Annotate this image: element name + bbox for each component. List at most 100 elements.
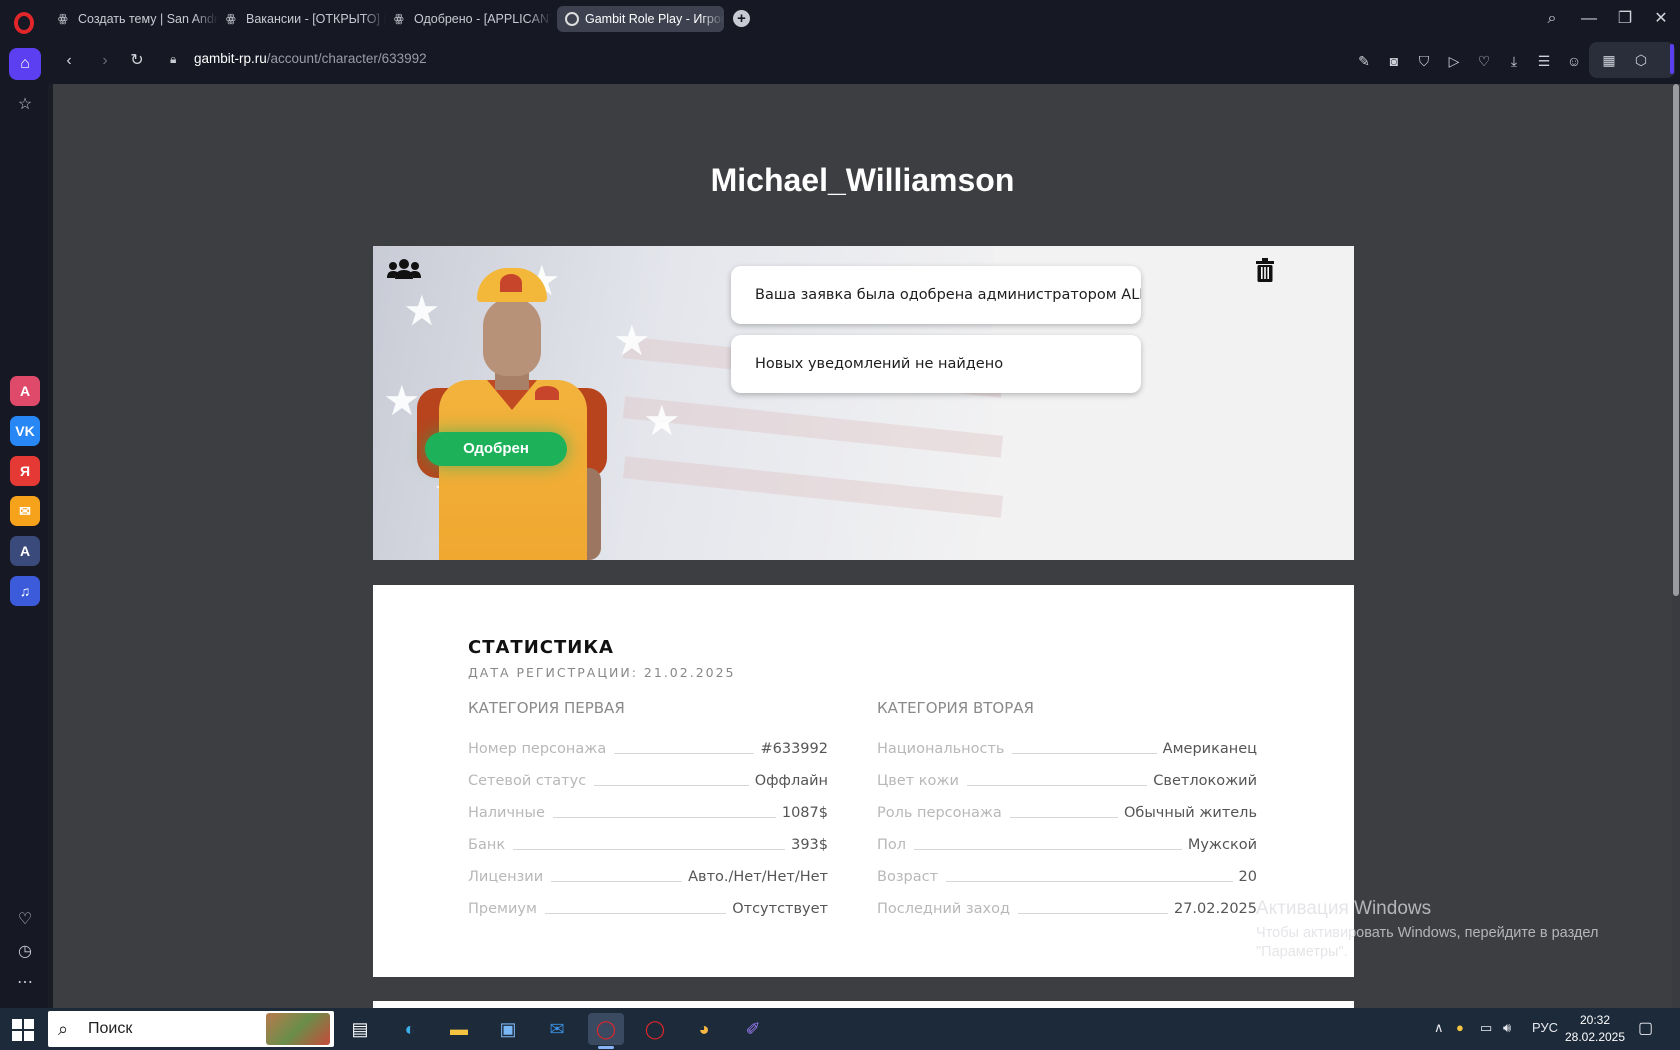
language-indicator[interactable]: РУС [1532, 1020, 1558, 1035]
search-highlight-image [266, 1013, 330, 1045]
stat-value: Оффлайн [754, 773, 828, 789]
easy-setup-icon[interactable]: ☰ [1533, 50, 1555, 72]
stat-row: Национальность Американец [877, 735, 1257, 757]
forward-button[interactable]: › [94, 50, 116, 72]
extensions-group: ▦ ⬡ [1589, 42, 1675, 78]
page-content: Michael_Williamson ★ ★ ★ ★ ★ ★ Одобрен [53, 84, 1672, 1008]
network-icon[interactable]: ▭ [1480, 1020, 1492, 1036]
app-feather-icon[interactable]: ✐ [735, 1013, 771, 1045]
stat-label: Банк [468, 837, 506, 853]
tab-search-icon[interactable]: ⌕ [1541, 8, 1563, 30]
stat-label: Лицензии [468, 869, 544, 885]
stat-label: Премиум [468, 901, 537, 917]
windows-start-icon[interactable] [12, 1019, 34, 1041]
stat-label: Номер персонажа [468, 741, 607, 757]
windows-taskbar: ⌕ Поиск ▤ ◐ ▬ ▣ ✉ ◯ ◯ ◕ ✐ ∧ ● ▭ 🔊︎ РУС 2… [0, 1008, 1680, 1050]
stat-row: Возраст 20 [877, 863, 1257, 885]
gambit-favicon-icon [565, 12, 579, 26]
tray-app-icon[interactable]: ● [1456, 1020, 1464, 1035]
stat-leader-line [614, 753, 755, 754]
tab-0[interactable]: ꙮ Создать тему | San Andre [50, 6, 218, 32]
edge-icon[interactable]: ◐ [392, 1013, 428, 1045]
stat-value: 393$ [791, 837, 828, 853]
group-users-icon[interactable] [387, 258, 421, 280]
play-icon[interactable]: ▷ [1443, 50, 1465, 72]
search-icon: ⌕ [58, 1019, 69, 1039]
sidebar-app-mail-icon[interactable]: ✉ [10, 496, 40, 526]
opera-gx-icon[interactable]: ◯ [637, 1013, 673, 1045]
category-one-heading: КАТЕГОРИЯ ПЕРВАЯ [468, 699, 625, 717]
stat-row: Цвет кожи Светлокожий [877, 767, 1257, 789]
qr-code-icon[interactable]: ▦ [1598, 49, 1620, 71]
statistics-card: СТАТИСТИКА ДАТА РЕГИСТРАЦИИ: 21.02.2025 … [373, 585, 1354, 977]
tray-chevron-icon[interactable]: ∧ [1434, 1020, 1444, 1036]
profile-icon[interactable]: ☺ [1563, 50, 1585, 72]
stat-row: Сетевой статус Оффлайн [468, 767, 828, 789]
speed-dial-star-icon[interactable]: ☆ [10, 90, 40, 120]
stat-leader-line [594, 785, 749, 786]
clock[interactable]: 20:32 28.02.2025 [1560, 1012, 1630, 1046]
tab-2[interactable]: ꙮ Одобрено - [APPLICANT] [386, 6, 552, 32]
stat-value: Мужской [1187, 837, 1257, 853]
favorites-heart-icon[interactable]: ♡ [10, 905, 40, 935]
taskbar-search-box[interactable]: ⌕ Поиск [48, 1011, 334, 1047]
opera-logo-icon[interactable] [14, 12, 34, 34]
new-tab-button[interactable]: + [733, 10, 750, 27]
stat-leader-line [966, 785, 1148, 786]
download-icon[interactable]: ⤓ [1503, 50, 1525, 72]
extensions-cube-icon[interactable]: ⬡ [1630, 49, 1652, 71]
store-icon[interactable]: ▣ [490, 1013, 526, 1045]
more-options-icon[interactable]: ⋯ [10, 968, 40, 998]
sidebar-app-aria-icon[interactable]: A [10, 376, 40, 406]
home-icon[interactable]: ⌂ [9, 48, 41, 80]
character-name-title: Michael_Williamson [710, 162, 1015, 198]
chrome-icon[interactable]: ◕ [686, 1013, 722, 1045]
notification-item: Новых уведомлений не найдено [731, 335, 1141, 393]
sidebar-app-music-icon[interactable]: ♫ [10, 576, 40, 606]
opera-taskbar-icon[interactable]: ◯ [588, 1013, 624, 1049]
stat-leader-line [946, 881, 1233, 882]
tab-3-active[interactable]: Gambit Role Play - Игров [557, 6, 724, 32]
edit-icon[interactable]: ✎ [1353, 50, 1375, 72]
stat-value: Американец [1162, 741, 1257, 757]
stat-value: Авто./Нет/Нет/Нет [688, 869, 828, 885]
shield-icon[interactable]: ⛉ [1413, 50, 1435, 72]
stat-value: #633992 [760, 741, 828, 757]
stat-label: Наличные [468, 805, 545, 821]
reload-button[interactable]: ↻ [126, 50, 148, 72]
registration-date: ДАТА РЕГИСТРАЦИИ: 21.02.2025 [468, 665, 736, 680]
stat-label: Роль персонажа [877, 805, 1002, 821]
restore-button[interactable]: ❐ [1614, 8, 1636, 30]
sidebar-app-yandex-icon[interactable]: Я [10, 456, 40, 486]
minimize-button[interactable]: — [1578, 8, 1600, 30]
outlook-icon[interactable]: ✉ [539, 1013, 575, 1045]
close-window-button[interactable]: ✕ [1650, 8, 1672, 30]
task-view-icon[interactable]: ▤ [342, 1013, 378, 1045]
back-button[interactable]: ‹ [58, 50, 80, 72]
notification-item[interactable]: Ваша заявка была одобрена администраторо… [731, 266, 1141, 324]
stat-value: 20 [1238, 869, 1257, 885]
heart-icon[interactable]: ♡ [1473, 50, 1495, 72]
status-badge: Одобрен [425, 432, 567, 466]
forum-favicon-icon: ꙮ [58, 13, 68, 25]
statistics-title: СТАТИСТИКА [468, 637, 614, 658]
sidebar-app-vk-icon[interactable]: VK [10, 416, 40, 446]
url-field[interactable]: gambit-rp.ru/account/character/633992 [194, 51, 427, 66]
tab-1[interactable]: ꙮ Вакансии - [ОТКРЫТО] П [218, 6, 386, 32]
stat-value: 27.02.2025 [1173, 901, 1257, 917]
stat-row: Наличные 1087$ [468, 799, 828, 821]
character-banner: ★ ★ ★ ★ ★ ★ Одобрен [373, 246, 1354, 560]
sidebar-app-translate-icon[interactable]: A [10, 536, 40, 566]
delete-trash-icon[interactable] [1255, 258, 1275, 282]
camera-icon[interactable]: ◙ [1383, 50, 1405, 72]
notifications-icon[interactable]: ▢ [1638, 1018, 1653, 1038]
category-two-heading: КАТЕГОРИЯ ВТОРАЯ [877, 699, 1034, 717]
scrollbar-thumb[interactable] [1673, 84, 1679, 596]
character-skin-image [417, 268, 607, 560]
volume-icon[interactable]: 🔊︎ [1503, 1020, 1511, 1036]
stat-row: Банк 393$ [468, 831, 828, 853]
stat-label: Сетевой статус [468, 773, 587, 789]
history-clock-icon[interactable]: ◷ [10, 937, 40, 967]
stat-row: Последний заход 27.02.2025 [877, 895, 1257, 917]
file-explorer-icon[interactable]: ▬ [441, 1013, 477, 1045]
